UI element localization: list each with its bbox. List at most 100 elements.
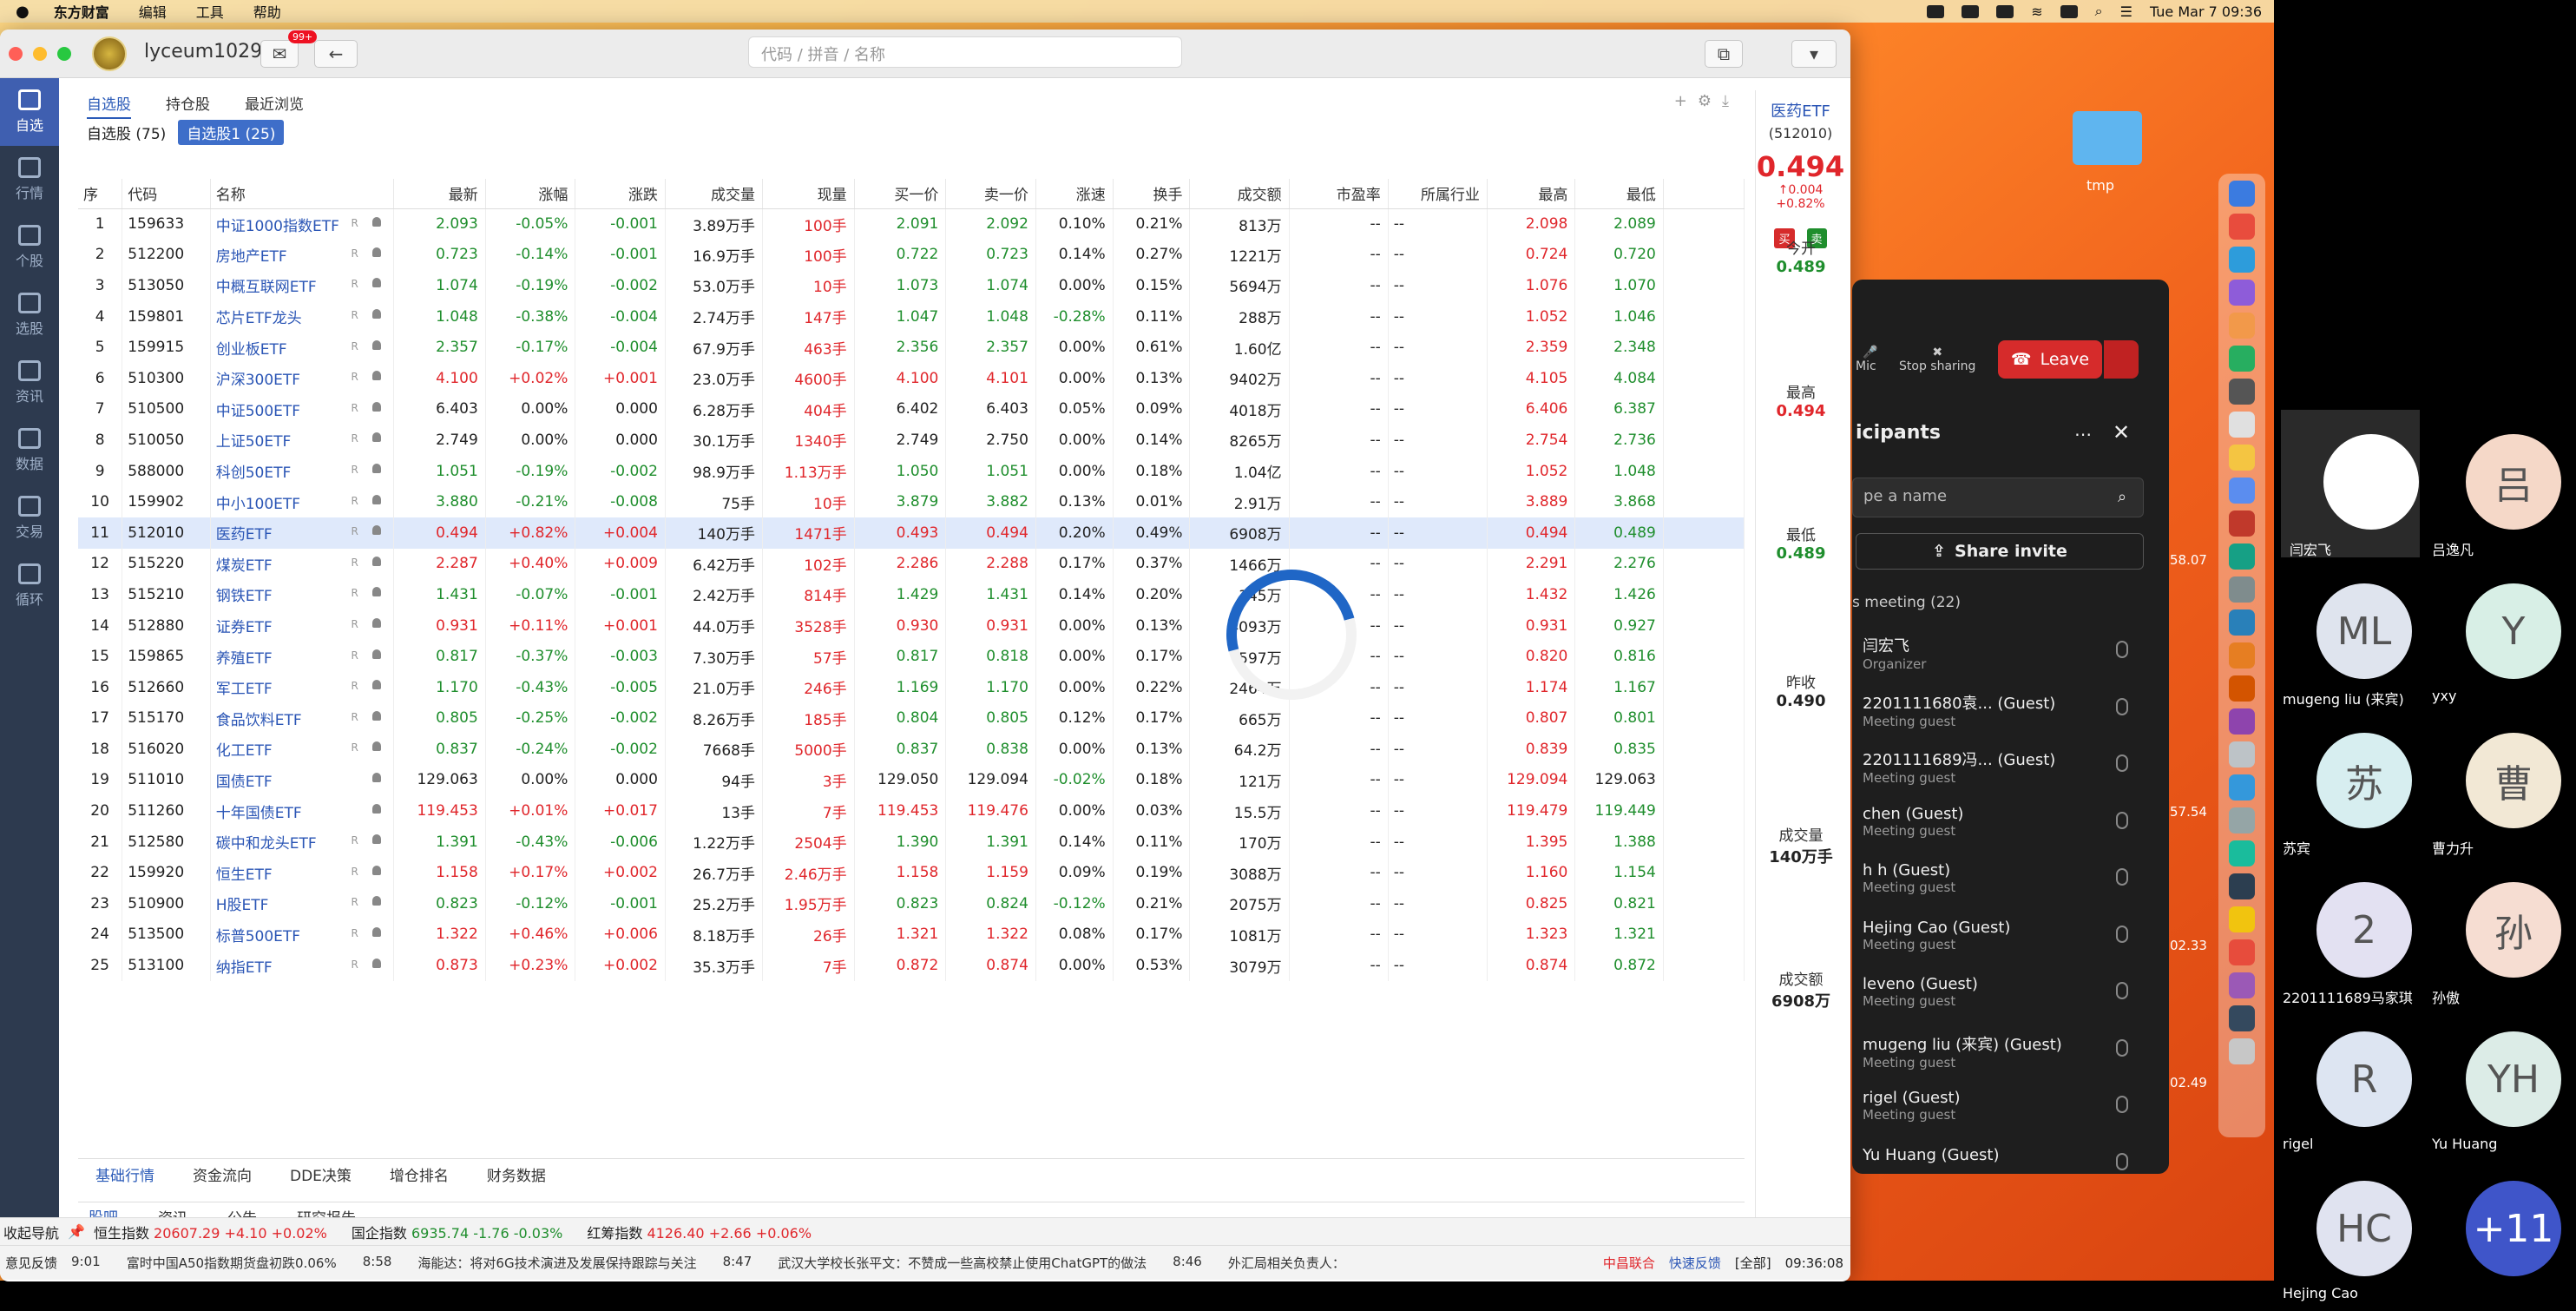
stock-name[interactable]: 化工ETF bbox=[216, 742, 273, 760]
sidebar-item[interactable]: 资讯 bbox=[0, 349, 59, 417]
menu-edit[interactable]: 编辑 bbox=[139, 1, 167, 22]
alert-bell-icon[interactable] bbox=[372, 958, 382, 968]
menu-tools[interactable]: 工具 bbox=[196, 1, 224, 22]
stock-name-cell[interactable]: 科创50ETF R bbox=[210, 455, 395, 487]
tab-basic-quote[interactable]: 基础行情 bbox=[95, 1163, 154, 1185]
battery-icon[interactable] bbox=[1996, 4, 2014, 18]
gear-icon[interactable]: ⚙ bbox=[1698, 92, 1712, 110]
table-row[interactable]: 9 588000 科创50ETF R 1.051 -0.19% -0.002 98.9万手 1… bbox=[78, 455, 1745, 487]
stock-name-cell[interactable]: 中证500ETF R bbox=[210, 393, 395, 425]
status-icon[interactable] bbox=[1927, 4, 1945, 18]
tab-group-all[interactable]: 自选股 (75) bbox=[87, 122, 166, 143]
dock-app-icon[interactable] bbox=[2229, 939, 2255, 965]
stock-name[interactable]: 中证1000指数ETF bbox=[216, 218, 339, 235]
alert-bell-icon[interactable] bbox=[372, 772, 382, 782]
stock-name[interactable]: 证券ETF bbox=[216, 619, 273, 636]
input-source-icon[interactable] bbox=[2060, 4, 2078, 18]
share-invite-button[interactable]: ⇪ Share invite bbox=[1856, 533, 2144, 570]
stock-name-cell[interactable]: 中小100ETF R bbox=[210, 486, 395, 517]
alert-bell-icon[interactable] bbox=[372, 278, 382, 288]
stock-name[interactable]: 上证50ETF bbox=[216, 433, 292, 451]
stock-name-cell[interactable]: 煤炭ETF R bbox=[210, 548, 395, 580]
column-header[interactable]: 成交额 bbox=[1189, 179, 1290, 209]
alert-bell-icon[interactable] bbox=[372, 309, 382, 320]
stock-name[interactable]: 芯片ETF龙头 bbox=[216, 310, 302, 327]
stock-name-cell[interactable]: 证券ETF R bbox=[210, 609, 395, 642]
table-row[interactable]: 8 510050 上证50ETF R 2.749 0.00% 0.000 30.1万手 134… bbox=[78, 425, 1745, 456]
collapse-nav-button[interactable]: 收起导航 bbox=[3, 1222, 59, 1242]
more-icon[interactable]: ⋯ bbox=[2074, 424, 2092, 445]
mic-muted-icon[interactable] bbox=[2116, 868, 2128, 886]
leave-button[interactable]: ☎ Leave bbox=[1998, 340, 2102, 379]
stock-name[interactable]: 军工ETF bbox=[216, 681, 273, 698]
alert-bell-icon[interactable] bbox=[372, 432, 382, 443]
stock-name-cell[interactable]: 上证50ETF R bbox=[210, 425, 395, 456]
stock-name[interactable]: 科创50ETF bbox=[216, 464, 292, 482]
sidebar-item[interactable]: 循环 bbox=[0, 552, 59, 620]
stock-name-cell[interactable]: 芯片ETF龙头 R bbox=[210, 300, 395, 333]
stock-name-cell[interactable]: 钢铁ETF R bbox=[210, 579, 395, 610]
stock-name-cell[interactable]: 国债ETF bbox=[210, 764, 395, 796]
index-item[interactable]: 恒生指数 20607.29 +4.10 +0.02% bbox=[94, 1222, 327, 1242]
tab-position-rank[interactable]: 增仓排名 bbox=[390, 1163, 449, 1185]
table-row[interactable]: 7 510500 中证500ETF R 6.403 0.00% 0.000 6.28万手 40… bbox=[78, 393, 1745, 425]
video-tile[interactable]: YH Yu Huang bbox=[2423, 1007, 2571, 1155]
column-header[interactable]: 市盈率 bbox=[1289, 179, 1389, 209]
mic-muted-icon[interactable] bbox=[2116, 925, 2128, 943]
stock-name[interactable]: 标普500ETF bbox=[216, 928, 300, 945]
table-row[interactable]: 4 159801 芯片ETF龙头 R 1.048 -0.38% -0.004 2.74万手 1… bbox=[78, 300, 1745, 333]
stock-name[interactable]: 恒生ETF bbox=[216, 866, 273, 884]
stock-name-cell[interactable]: 养殖ETF R bbox=[210, 641, 395, 672]
column-header[interactable]: 换手 bbox=[1113, 179, 1191, 209]
participant-search-input[interactable]: pe a name bbox=[1852, 478, 2144, 517]
mic-muted-icon[interactable] bbox=[2116, 1096, 2128, 1113]
stock-name-cell[interactable]: 军工ETF R bbox=[210, 671, 395, 703]
broker-name[interactable]: 中昌联合 bbox=[1603, 1254, 1655, 1272]
dock-app-icon[interactable] bbox=[2229, 741, 2255, 767]
dock-app-icon[interactable] bbox=[2229, 280, 2255, 306]
all-filter[interactable]: [全部] bbox=[1735, 1254, 1771, 1272]
mic-icon[interactable] bbox=[2116, 641, 2128, 658]
column-header[interactable]: 序 bbox=[78, 179, 123, 209]
leave-options-button[interactable] bbox=[2104, 340, 2139, 379]
alert-bell-icon[interactable] bbox=[372, 464, 382, 474]
stock-name[interactable]: 碳中和龙头ETF bbox=[216, 835, 317, 853]
menu-help[interactable]: 帮助 bbox=[253, 1, 281, 22]
stock-name-cell[interactable]: 食品饮料ETF R bbox=[210, 702, 395, 735]
news-item[interactable]: 8:47 bbox=[723, 1254, 752, 1272]
news-item[interactable]: 8:46 bbox=[1173, 1254, 1202, 1272]
dock-app-icon[interactable] bbox=[2229, 181, 2255, 207]
sidebar-item[interactable]: 自选 bbox=[0, 78, 59, 146]
dock-app-icon[interactable] bbox=[2229, 708, 2255, 735]
dock-app-icon[interactable] bbox=[2229, 544, 2255, 570]
stock-name-cell[interactable]: 中概互联网ETF R bbox=[210, 270, 395, 301]
news-item[interactable]: 富时中国A50指数期货盘初跌0.06% bbox=[127, 1254, 337, 1272]
user-avatar[interactable] bbox=[92, 36, 127, 71]
table-row[interactable]: 10 159902 中小100ETF R 3.880 -0.21% -0.008 75手 10… bbox=[78, 486, 1745, 517]
stock-name-cell[interactable]: 创业板ETF R bbox=[210, 332, 395, 363]
feedback-button[interactable]: 意见反馈 bbox=[5, 1254, 57, 1272]
mic-muted-icon[interactable] bbox=[2116, 811, 2128, 829]
table-row[interactable]: 17 515170 食品饮料ETF R 0.805 -0.25% -0.002 8.26万手… bbox=[78, 702, 1745, 735]
table-row[interactable]: 1 159633 中证1000指数ETF R 2.093 -0.05% -0.001 3.8… bbox=[78, 208, 1745, 240]
video-tile[interactable]: 吕吕逸凡 bbox=[2423, 410, 2571, 558]
mic-muted-icon[interactable] bbox=[2116, 754, 2128, 772]
table-row[interactable]: 15 159865 养殖ETF R 0.817 -0.37% -0.003 7.30万手 57… bbox=[78, 641, 1745, 672]
participant-row[interactable]: Hejing Cao (Guest) Meeting guest bbox=[1863, 919, 2140, 952]
tab-watchlist[interactable]: 自选股 bbox=[87, 92, 131, 119]
dock-app-icon[interactable] bbox=[2229, 807, 2255, 833]
video-tile[interactable]: 孙孙傲 bbox=[2423, 858, 2571, 1006]
dock-app-icon[interactable] bbox=[2229, 873, 2255, 899]
column-header[interactable]: 买一价 bbox=[854, 179, 947, 209]
dock-app-icon[interactable] bbox=[2229, 313, 2255, 339]
sidebar-item[interactable]: 交易 bbox=[0, 484, 59, 552]
stock-name[interactable]: 中证500ETF bbox=[216, 403, 300, 420]
mic-muted-icon[interactable] bbox=[2116, 1152, 2128, 1170]
message-button[interactable]: ✉ bbox=[260, 40, 299, 68]
video-tile[interactable]: ML mugeng liu (来宾) bbox=[2274, 559, 2422, 708]
table-row[interactable]: 12 515220 煤炭ETF R 2.287 +0.40% +0.009 6.42万手 10… bbox=[78, 548, 1745, 580]
folder-icon[interactable] bbox=[2073, 111, 2142, 165]
stock-name-cell[interactable]: 中证1000指数ETF R bbox=[210, 208, 395, 240]
stock-name[interactable]: H股ETF bbox=[216, 897, 269, 914]
participant-row[interactable]: leveno (Guest) Meeting guest bbox=[1863, 975, 2140, 1009]
